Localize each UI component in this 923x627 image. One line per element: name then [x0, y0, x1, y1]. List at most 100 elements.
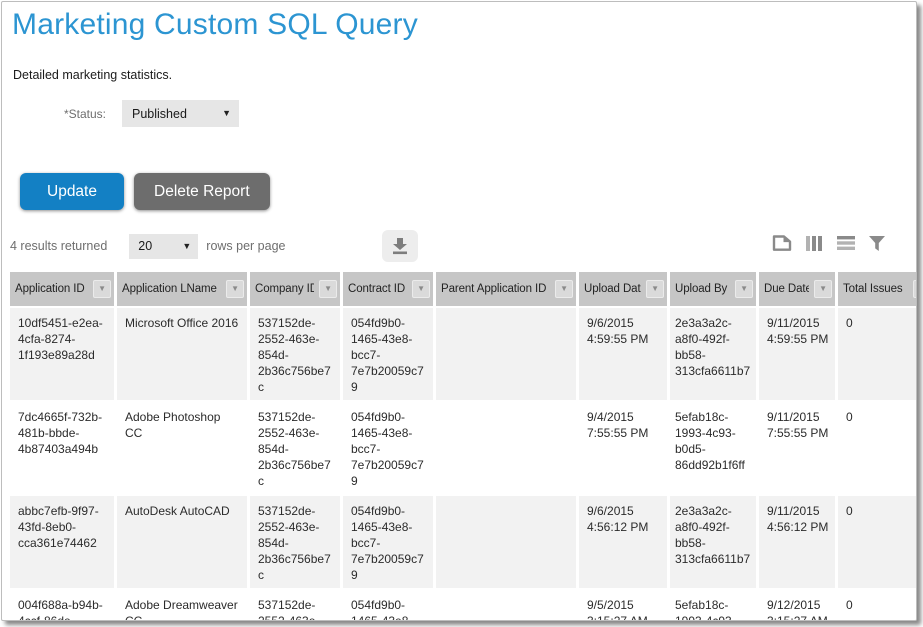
table-cell — [436, 402, 576, 494]
table-body: 10df5451-e2ea-4cfa-8274-1f193e89a28dMicr… — [10, 308, 916, 621]
table-cell: 9/4/2015 7:55:55 PM — [579, 402, 667, 494]
download-button[interactable] — [382, 230, 418, 262]
rows-icon — [836, 235, 856, 251]
results-grid: Application ID▼Application LName▼Company… — [7, 270, 916, 621]
column-filter-button[interactable]: ▼ — [814, 280, 832, 298]
column-header-label: Application ID — [15, 283, 88, 295]
table-cell: 537152de-2552-463e-854d-2b36c756be7c — [250, 402, 340, 494]
filter-icon — [868, 235, 886, 252]
table-cell: Adobe Dreamweaver CC — [117, 590, 247, 621]
column-header: Due Date ▼ — [759, 272, 835, 306]
chevron-down-icon: ▼ — [231, 285, 239, 293]
download-icon — [390, 237, 410, 255]
table-cell: 9/11/2015 4:59:55 PM — [759, 308, 835, 400]
column-filter-button[interactable]: ▼ — [93, 280, 111, 298]
table-cell: Adobe Photoshop CC — [117, 402, 247, 494]
column-filter-button[interactable]: ▼ — [412, 280, 430, 298]
column-header: Upload By ▼ — [670, 272, 756, 306]
column-header-label: Contract ID — [348, 283, 407, 295]
status-dropdown[interactable]: Published ▼ — [122, 100, 239, 127]
chevron-down-icon: ▼ — [740, 285, 748, 293]
table-cell: AutoDesk AutoCAD — [117, 496, 247, 588]
column-header-label: Parent Application ID — [441, 283, 550, 295]
table-cell: 0 — [838, 496, 916, 588]
column-header-label: Total Issues — [843, 283, 908, 295]
chevron-down-icon: ▼ — [98, 285, 106, 293]
chevron-down-icon: ▼ — [324, 285, 332, 293]
columns-icon — [805, 235, 824, 252]
columns-view-button[interactable] — [805, 235, 824, 252]
page-title: Marketing Custom SQL Query — [12, 8, 916, 42]
table-cell: Microsoft Office 2016 — [117, 308, 247, 400]
table-cell: 054fd9b0-1465-43e8-bcc7-7e7b20059c79 — [343, 496, 433, 588]
table-cell: 5efab18c-1993-4c93-b0d5-86dd92b1f6ff — [670, 402, 756, 494]
chevron-down-icon: ▼ — [560, 285, 568, 293]
chevron-down-icon: ▼ — [417, 285, 425, 293]
column-header: Company ID ▼ — [250, 272, 340, 306]
table-cell — [436, 590, 576, 621]
table-cell: 054fd9b0-1465-43e8-bcc7-7e7b20059c79 — [343, 590, 433, 621]
table-row: 10df5451-e2ea-4cfa-8274-1f193e89a28dMicr… — [10, 308, 916, 400]
column-header: Parent Application ID ▼ — [436, 272, 576, 306]
rows-per-page-dropdown[interactable]: 20 ▼ — [129, 234, 198, 259]
table-cell: 537152de-2552-463e-854d-2b36c756be7c — [250, 496, 340, 588]
table-cell: abbc7efb-9f97-43fd-8eb0-cca361e74462 — [10, 496, 114, 588]
chevron-down-icon: ▼ — [222, 109, 231, 118]
table-cell: 054fd9b0-1465-43e8-bcc7-7e7b20059c79 — [343, 402, 433, 494]
column-filter-button[interactable]: ▼ — [319, 280, 337, 298]
delete-report-button[interactable]: Delete Report — [134, 173, 270, 210]
table-cell: 9/6/2015 4:56:12 PM — [579, 496, 667, 588]
table-cell: 004f688a-b94b-4ccf-86de-e4b9cbbb9cde — [10, 590, 114, 621]
column-header: Application ID ▼ — [10, 272, 114, 306]
page-subtitle: Detailed marketing statistics. — [13, 68, 916, 82]
column-filter-button[interactable]: ▼ — [913, 280, 916, 298]
rows-per-page-label: rows per page — [206, 239, 285, 253]
table-cell: 7dc4665f-732b-481b-bbde-4b87403a494b — [10, 402, 114, 494]
column-filter-button[interactable]: ▼ — [646, 280, 664, 298]
column-filter-button[interactable]: ▼ — [226, 280, 244, 298]
table-cell: 9/5/2015 3:15:27 AM — [579, 590, 667, 621]
page-view-button[interactable] — [771, 234, 793, 252]
table-cell: 0 — [838, 402, 916, 494]
column-header-label: Company ID — [255, 283, 314, 295]
results-count-text: 4 results returned — [10, 239, 107, 253]
table-cell: 2e3a3a2c-a8f0-492f-bb58-313cfa6611b7 — [670, 308, 756, 400]
table-cell: 10df5451-e2ea-4cfa-8274-1f193e89a28d — [10, 308, 114, 400]
rows-view-button[interactable] — [836, 235, 856, 251]
table-cell: 0 — [838, 590, 916, 621]
table-cell: 9/6/2015 4:59:55 PM — [579, 308, 667, 400]
update-button[interactable]: Update — [20, 173, 124, 210]
status-row: *Status: Published ▼ — [2, 100, 916, 127]
column-filter-button[interactable]: ▼ — [735, 280, 753, 298]
page-icon — [771, 234, 793, 252]
table-cell: 2e3a3a2c-a8f0-492f-bb58-313cfa6611b7 — [670, 496, 756, 588]
button-row: Update Delete Report — [20, 173, 916, 210]
column-header-label: Due Date — [764, 283, 809, 295]
chevron-down-icon: ▼ — [819, 285, 827, 293]
column-header: Contract ID ▼ — [343, 272, 433, 306]
column-header: Upload Date ▼ — [579, 272, 667, 306]
table-row: 7dc4665f-732b-481b-bbde-4b87403a494bAdob… — [10, 402, 916, 494]
table-cell: 537152de-2552-463e-854d-2b36c756be7c — [250, 308, 340, 400]
status-dropdown-value: Published — [132, 107, 187, 121]
column-header-label: Upload By — [675, 283, 730, 295]
column-filter-button[interactable]: ▼ — [555, 280, 573, 298]
report-window: Marketing Custom SQL Query Detailed mark… — [1, 1, 917, 621]
table-row: abbc7efb-9f97-43fd-8eb0-cca361e74462Auto… — [10, 496, 916, 588]
table-row: 004f688a-b94b-4ccf-86de-e4b9cbbb9cdeAdob… — [10, 590, 916, 621]
rows-per-page-value: 20 — [138, 239, 152, 253]
column-header-label: Upload Date — [584, 283, 641, 295]
table-header-row: Application ID▼Application LName▼Company… — [10, 272, 916, 306]
table-cell: 5efab18c-1993-4c93-b0d5-86dd92b1f6ff — [670, 590, 756, 621]
results-toolbar: 4 results returned 20 ▼ rows per page — [10, 230, 908, 262]
chevron-down-icon: ▼ — [182, 242, 191, 251]
table-cell: 9/11/2015 7:55:55 PM — [759, 402, 835, 494]
view-options — [771, 234, 886, 252]
table-cell: 537152de-2552-463e-854d-2b36c756be7c — [250, 590, 340, 621]
column-header: Application LName ▼ — [117, 272, 247, 306]
column-header-label: Application LName — [122, 283, 221, 295]
table-cell: 9/12/2015 3:15:27 AM — [759, 590, 835, 621]
column-header: Total Issues ▼ — [838, 272, 916, 306]
table-cell — [436, 496, 576, 588]
filter-view-button[interactable] — [868, 235, 886, 252]
